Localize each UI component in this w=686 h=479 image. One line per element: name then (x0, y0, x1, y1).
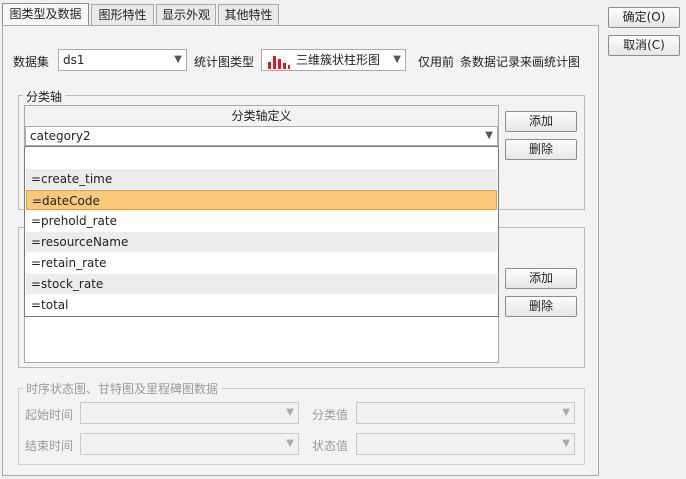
ok-button[interactable]: 确定(O) (608, 7, 680, 28)
only-first-label: 仅用前 (418, 55, 455, 69)
category-axis-table-header: 分类轴定义 (25, 106, 498, 127)
category-value-select[interactable]: ▼ (356, 402, 575, 424)
chart-type-value: 三维簇状柱形图 (296, 53, 381, 67)
dropdown-option[interactable]: =prehold_rate (26, 211, 497, 231)
cancel-button[interactable]: 取消(C) (608, 35, 680, 56)
dropdown-option[interactable]: =create_time (26, 169, 497, 189)
chevron-down-icon: ▼ (286, 407, 294, 418)
dataset-value: ds1 (63, 53, 85, 67)
chevron-down-icon: ▼ (562, 438, 570, 449)
tab-other-properties[interactable]: 其他特性 (218, 4, 279, 25)
tab-chart-type-data[interactable]: 图类型及数据 (2, 3, 89, 26)
chevron-down-icon: ▼ (393, 54, 401, 65)
category-axis-combo[interactable]: category2 ▼ (25, 126, 498, 146)
delete-series-button[interactable]: 删除 (505, 296, 577, 317)
add-series-button[interactable]: 添加 (505, 268, 577, 289)
category-value-label: 分类值 (312, 408, 349, 422)
records-label: 条数据记录来画统计图 (460, 55, 581, 69)
dataset-label: 数据集 (13, 55, 50, 69)
dropdown-option[interactable]: =total (26, 295, 497, 315)
start-time-select[interactable]: ▼ (80, 402, 299, 424)
start-time-label: 起始时间 (25, 408, 74, 422)
dropdown-option-selected[interactable]: =dateCode (26, 190, 497, 210)
end-time-select[interactable]: ▼ (80, 433, 299, 455)
dropdown-option[interactable]: =stock_rate (26, 274, 497, 294)
chart-type-label: 统计图类型 (194, 55, 255, 69)
category-dropdown-list: =create_time =dateCode =prehold_rate =re… (24, 146, 499, 317)
bar-chart-icon (268, 56, 290, 69)
chevron-down-icon: ▼ (174, 54, 182, 65)
chevron-down-icon: ▼ (286, 438, 294, 449)
status-value-label: 状态值 (312, 439, 349, 453)
dropdown-option-empty[interactable] (26, 149, 497, 169)
timing-group-title: 时序状态图、甘特图及里程碑图数据 (23, 380, 222, 397)
dropdown-option[interactable]: =resourceName (26, 232, 497, 252)
tab-appearance[interactable]: 显示外观 (156, 4, 216, 25)
tab-graph-properties[interactable]: 图形特性 (91, 4, 154, 25)
delete-category-button[interactable]: 删除 (505, 139, 577, 160)
status-value-select[interactable]: ▼ (356, 433, 575, 455)
category-axis-title: 分类轴 (23, 88, 66, 105)
category-axis-combo-value: category2 (30, 129, 91, 143)
chart-type-select[interactable]: 三维簇状柱形图 ▼ (261, 49, 406, 71)
end-time-label: 结束时间 (25, 439, 74, 453)
add-category-button[interactable]: 添加 (505, 111, 577, 132)
chevron-down-icon: ▼ (485, 130, 493, 141)
chevron-down-icon: ▼ (562, 407, 570, 418)
dropdown-option[interactable]: =retain_rate (26, 253, 497, 273)
dataset-select[interactable]: ds1 ▼ (58, 49, 187, 71)
